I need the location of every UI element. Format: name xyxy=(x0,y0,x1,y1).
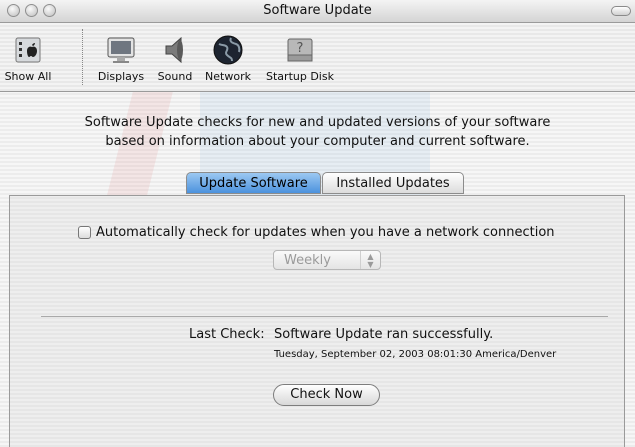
software-update-window: DropBooks Software Update Show All xyxy=(0,0,635,447)
speaker-icon xyxy=(165,36,183,64)
toolbar-label: Show All xyxy=(4,70,52,83)
toolbar-sound[interactable]: Sound xyxy=(155,33,195,83)
show-all-icon xyxy=(15,37,41,63)
separator-line xyxy=(41,316,608,317)
check-now-button[interactable]: Check Now xyxy=(273,384,380,406)
toolbar-label: Sound xyxy=(157,70,193,83)
updown-arrows-icon: ▲ ▼ xyxy=(360,251,380,269)
auto-check-checkbox[interactable] xyxy=(78,226,91,239)
startup-disk-icon: ? xyxy=(287,38,313,62)
tab-update-software[interactable]: Update Software xyxy=(186,172,321,194)
frequency-popup[interactable]: Weekly ▲ ▼ xyxy=(273,250,381,270)
toolbar-displays[interactable]: Displays xyxy=(95,33,147,83)
toolbar-show-all[interactable]: Show All xyxy=(4,33,52,83)
auto-check-row[interactable]: Automatically check for updates when you… xyxy=(78,225,555,240)
auto-check-label: Automatically check for updates when you… xyxy=(96,225,555,240)
description-line: based on information about your computer… xyxy=(105,134,530,149)
title-bar: Software Update xyxy=(0,0,635,23)
last-check-status: Software Update ran successfully. xyxy=(274,327,494,342)
toolbar-network[interactable]: Network xyxy=(203,33,253,83)
toolbar-startup-disk[interactable]: ? Startup Disk xyxy=(262,33,338,83)
svg-text:?: ? xyxy=(297,41,304,56)
toolbar-label: Network xyxy=(205,70,251,83)
toolbar-label: Displays xyxy=(97,70,145,83)
description-line: Software Update checks for new and updat… xyxy=(84,115,551,130)
toolbar-label: Startup Disk xyxy=(266,70,334,83)
last-check-date: Tuesday, September 02, 2003 08:01:30 Ame… xyxy=(274,349,557,360)
toolbar-toggle-button[interactable] xyxy=(611,6,631,16)
tab-bar: Update Software Installed Updates xyxy=(0,172,635,196)
display-icon xyxy=(107,37,135,63)
frequency-value: Weekly xyxy=(284,253,331,268)
globe-icon xyxy=(213,35,243,65)
description-text: Software Update checks for new and updat… xyxy=(0,113,635,151)
window-title: Software Update xyxy=(263,3,372,18)
tab-installed-updates[interactable]: Installed Updates xyxy=(322,172,464,194)
last-check-label: Last Check: xyxy=(189,327,265,342)
toolbar-separator xyxy=(82,29,83,85)
preferences-toolbar: Show All Displays Sound Network ? Startu… xyxy=(0,23,635,92)
